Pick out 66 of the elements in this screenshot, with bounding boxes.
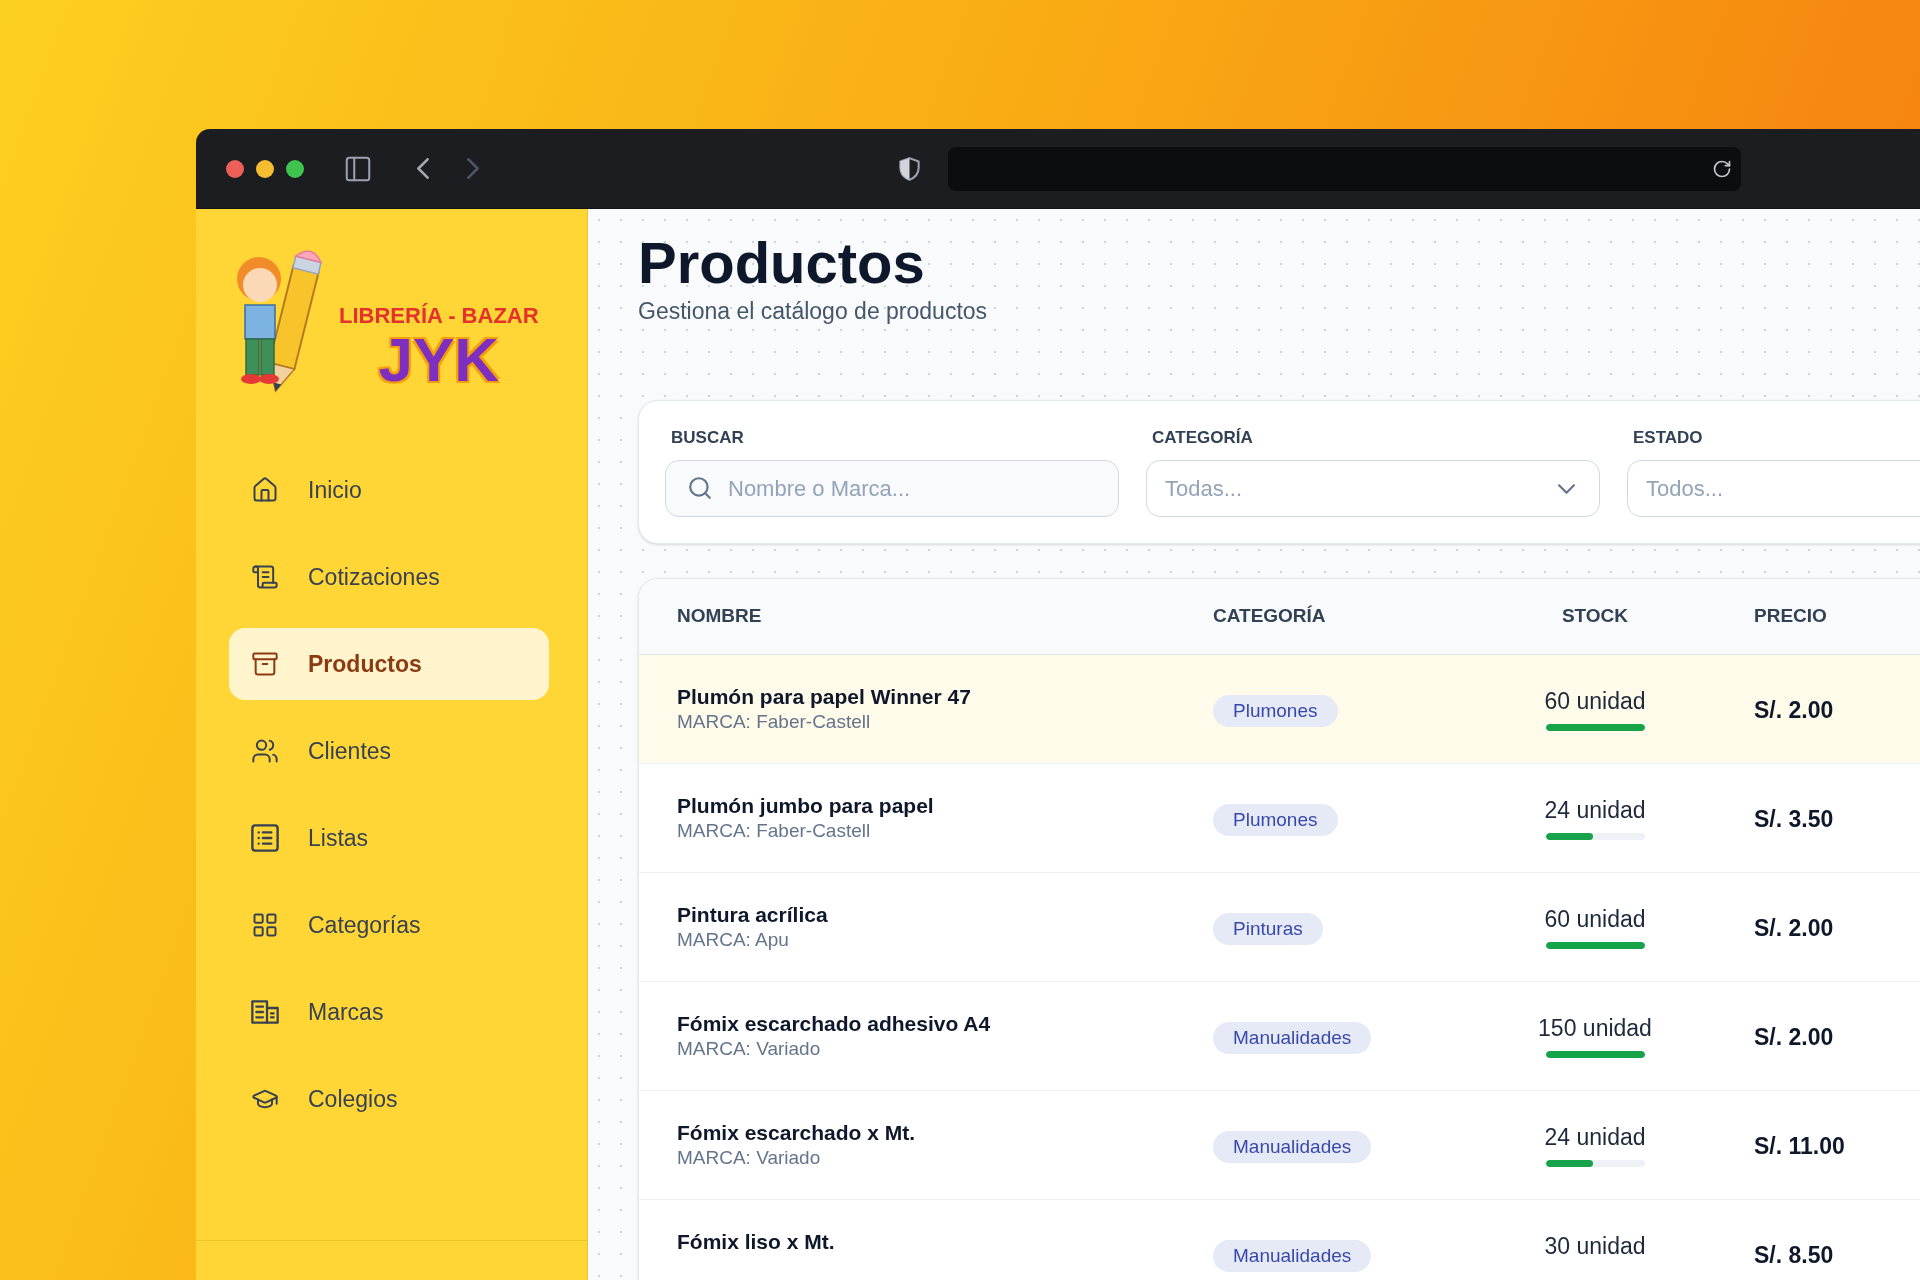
filter-label: CATEGORÍA (1151, 428, 1253, 448)
product-name: Plumón para papel Winner 47 (677, 684, 971, 710)
price-text: S/. 3.50 (1754, 805, 1834, 833)
search-icon (687, 475, 713, 501)
stock-text: 60 unidad (1544, 688, 1646, 714)
category-badge: Pinturas (1213, 913, 1323, 945)
brand-text: MARCA: Variado (677, 1146, 821, 1170)
nav-item[interactable]: Inicio (229, 454, 549, 526)
list-icon (251, 824, 279, 852)
column-header: PRECIO (1754, 605, 1827, 627)
search-field[interactable]: Nombre o Marca... (665, 460, 1119, 517)
product-name: Pintura acrílica (677, 902, 828, 928)
nav-item[interactable]: Clientes (229, 715, 549, 787)
nav-item[interactable]: Listas (229, 802, 549, 874)
shield-icon[interactable] (899, 156, 920, 181)
chevron-down-icon (1558, 483, 1575, 494)
product-name: Fómix liso x Mt. (677, 1229, 835, 1255)
table-row[interactable]: Fómix escarchado x Mt. MARCA: Variado Manualidades 24 unidad S/. 11.00 (639, 1091, 1920, 1200)
price-text: S/. 8.50 (1754, 1241, 1834, 1269)
product-name: Plumón jumbo para papel (677, 793, 934, 819)
category-badge: Manualidades (1213, 1131, 1372, 1163)
logo-tagline: LIBRERÍA - BAZAR (339, 303, 539, 329)
nav-item[interactable]: Categorías (229, 889, 549, 961)
brand-text: MARCA: Faber-Castell (677, 819, 871, 843)
reload-icon[interactable] (1712, 158, 1732, 179)
nav-item[interactable]: Colegios (229, 1063, 549, 1135)
category-badge: Manualidades (1213, 1240, 1372, 1272)
page-title: Productos (638, 234, 925, 292)
building-icon (251, 998, 279, 1026)
home-icon (251, 476, 279, 504)
column-header: STOCK (1561, 605, 1629, 627)
page-subtitle: Gestiona el catálogo de productos (638, 298, 988, 324)
table-row[interactable]: Pintura acrílica MARCA: Apu Pinturas 60 unidad S/. 2.00 (639, 873, 1920, 982)
stock-text: 24 unidad (1544, 1124, 1646, 1150)
table-row[interactable]: Fómix escarchado adhesivo A4 MARCA: Variado Manualidades 150 unidad S/. 2.00 (639, 982, 1920, 1091)
filter-label: ESTADO (1632, 428, 1703, 448)
scroll-icon (251, 563, 279, 591)
brand-text: MARCA: Variado (677, 1037, 821, 1061)
logo-wordmark: JYK (378, 329, 500, 391)
price-text: S/. 2.00 (1754, 914, 1834, 942)
column-header: CATEGORÍA (1213, 605, 1326, 627)
price-text: S/. 2.00 (1754, 1023, 1834, 1051)
stock-text: 24 unidad (1544, 797, 1646, 823)
price-text: S/. 11.00 (1754, 1132, 1845, 1160)
users-icon (251, 737, 279, 765)
product-name: Fómix escarchado adhesivo A4 (677, 1011, 991, 1037)
price-text: S/. 2.00 (1754, 696, 1834, 724)
nav-item[interactable]: Productos (229, 628, 549, 700)
brand-text: MARCA: Faber-Castell (677, 710, 871, 734)
filter-label: BUSCAR (670, 428, 744, 448)
category-badge: Plumones (1213, 695, 1338, 727)
product-name: Fómix escarchado x Mt. (677, 1120, 916, 1146)
brand-text: MARCA: Apu (677, 928, 789, 952)
category-badge: Manualidades (1213, 1022, 1372, 1054)
archive-box-icon (251, 650, 279, 678)
table-row[interactable]: Plumón jumbo para papel MARCA: Faber-Castell Plumones 24 unidad S/. 3.50 (639, 764, 1920, 873)
nav-item[interactable]: Cotizaciones (229, 541, 549, 613)
nav-item[interactable]: Marcas (229, 976, 549, 1048)
column-header: NOMBRE (677, 605, 762, 627)
stock-text: 30 unidad (1544, 1233, 1646, 1259)
stock-text: 150 unidad (1538, 1015, 1652, 1041)
grid-icon (251, 911, 279, 939)
table-row[interactable]: Plumón para papel Winner 47 MARCA: Faber-Castell Plumones 60 unidad S/. 2.00 (639, 655, 1920, 764)
category-badge: Plumones (1213, 804, 1338, 836)
back-icon[interactable] (417, 158, 429, 179)
stock-text: 60 unidad (1544, 906, 1646, 932)
